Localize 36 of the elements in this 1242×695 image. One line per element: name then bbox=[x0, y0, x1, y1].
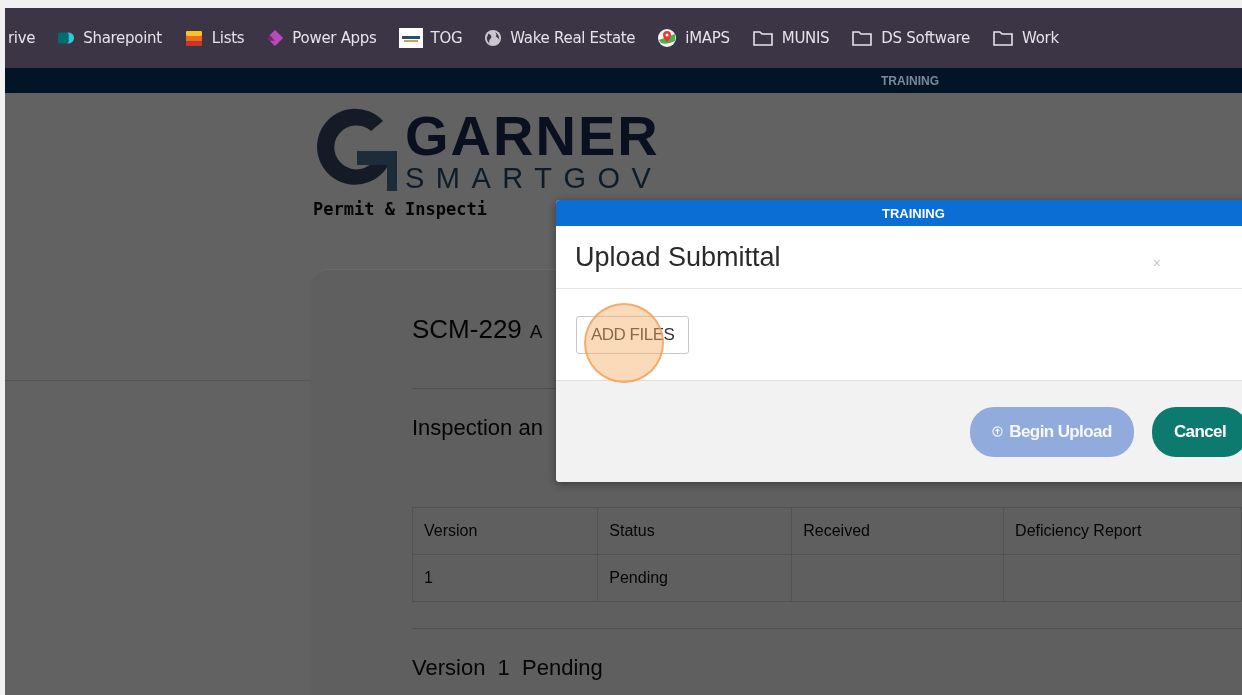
folder-icon[interactable] bbox=[751, 29, 774, 47]
thumbnail-icon[interactable] bbox=[398, 28, 423, 48]
upload-icon bbox=[992, 426, 1004, 437]
environment-label: TRAINING bbox=[882, 205, 945, 221]
table-cell: 1 bbox=[412, 554, 598, 602]
bookmark-link[interactable]: Work bbox=[1022, 29, 1059, 47]
stacked-bars-icon[interactable] bbox=[183, 28, 204, 48]
diamond-icon[interactable] bbox=[266, 29, 285, 47]
section-heading: Inspection an bbox=[412, 415, 543, 441]
bookmark-link[interactable]: DS Software bbox=[881, 29, 970, 47]
dialog-title: Upload Submittal bbox=[575, 241, 781, 273]
logo-subtitle: SMARTGOV bbox=[405, 163, 663, 193]
table-cell: Pending bbox=[597, 554, 792, 602]
column-header: Received bbox=[791, 507, 1004, 555]
bookmark-link[interactable]: iMAPS bbox=[685, 29, 730, 47]
bookmark-link[interactable]: Wake Real Estate bbox=[510, 29, 636, 47]
record-id: SCM-229 bbox=[412, 314, 522, 345]
map-pin-icon[interactable] bbox=[657, 28, 678, 48]
bookmark-link[interactable]: MUNIS bbox=[781, 29, 830, 47]
folder-icon[interactable] bbox=[851, 29, 874, 47]
bookmark-link[interactable]: TOG bbox=[430, 29, 463, 47]
logo-name: GARNER bbox=[405, 109, 661, 163]
cancel-button[interactable]: Cancel bbox=[1152, 406, 1242, 457]
record-subtitle: A bbox=[529, 321, 543, 343]
folder-icon[interactable] bbox=[992, 29, 1014, 47]
column-header: Status bbox=[597, 507, 792, 555]
column-header: Deficiency Report bbox=[1003, 507, 1242, 555]
globe-icon[interactable] bbox=[484, 29, 503, 47]
version-heading: Version 1 Pending bbox=[412, 655, 603, 681]
environment-label: TRAINING bbox=[881, 73, 939, 88]
logo-tagline: Permit & Inspecti bbox=[313, 199, 487, 219]
column-header: Version bbox=[412, 507, 598, 555]
bookmark-link[interactable]: rive bbox=[8, 29, 36, 47]
bookmark-link[interactable]: Lists bbox=[211, 29, 245, 47]
bookmark-link[interactable]: Power Apps bbox=[292, 29, 377, 47]
bookmark-link[interactable]: Sharepoint bbox=[83, 29, 162, 47]
